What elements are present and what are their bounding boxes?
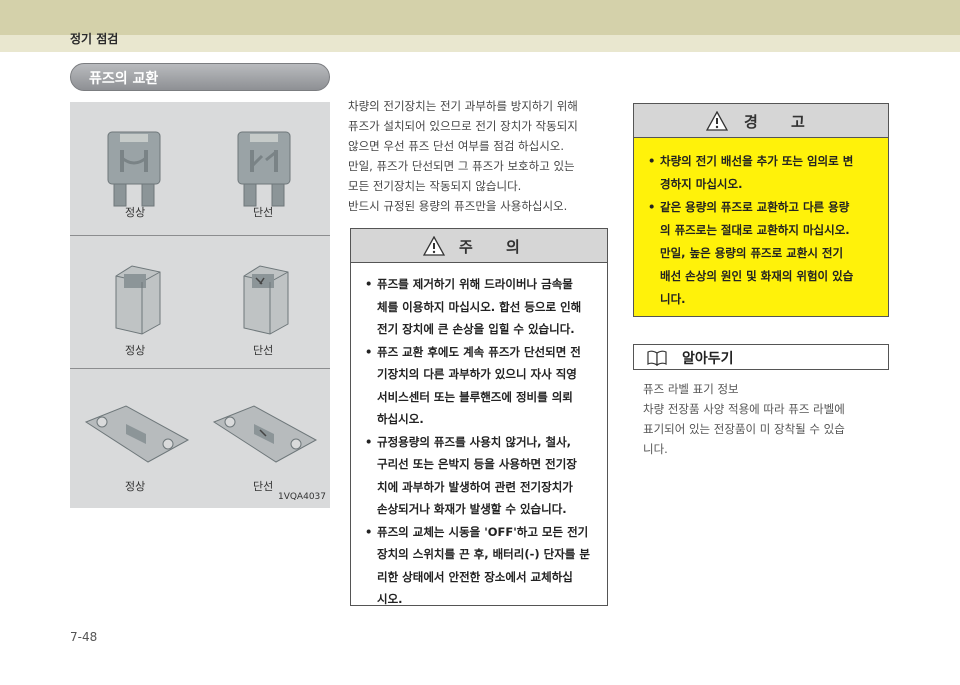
fuse-label-blown: 단선 [253, 344, 274, 357]
warning-title: 경 고 [744, 113, 819, 131]
list-item-line: 경하지 마십시오. [660, 177, 743, 191]
list-item-line: 손상되거나 화재가 발생할 수 있습니다. [377, 502, 567, 516]
list-item-line: 퓨즈 교환 후에도 계속 퓨즈가 단선되면 전 [377, 344, 581, 359]
note-header: 알아두기 [633, 344, 889, 370]
book-icon [647, 350, 667, 366]
body-line: 퓨즈가 설치되어 있으므로 전기 장치가 작동되지 [348, 119, 578, 133]
blade-fuse-blown-image [237, 131, 291, 207]
header-band-light [0, 35, 960, 52]
warning-box: 경 고 차량의 전기 배선을 추가 또는 임의로 변 경하지 마십시오. 같은 … [633, 103, 889, 317]
caution-list: 퓨즈를 제거하기 위해 드라이버나 금속물 체를 이용하지 마십시오. 합선 등… [351, 263, 607, 611]
note-line: 표기되어 있는 전장품이 미 장착될 수 있습 [643, 422, 845, 436]
list-item-line: 장치의 스위치를 끈 후, 배터리(-) 단자를 분 [377, 547, 590, 561]
body-line: 반드시 규정된 용량의 퓨즈만을 사용하십시오. [348, 199, 568, 213]
body-line: 모든 전기장치는 작동되지 않습니다. [348, 179, 522, 193]
list-item: 퓨즈의 교체는 시동을 'OFF'하고 모든 전기 장치의 스위치를 끈 후, … [365, 521, 599, 611]
caution-header: 주 의 [351, 229, 607, 263]
warning-list: 차량의 전기 배선을 추가 또는 임의로 변 경하지 마십시오. 같은 용량의 … [634, 138, 888, 311]
section-title-pill: 퓨즈의 교환 [70, 63, 330, 91]
fuse-label-normal: 정상 [125, 480, 146, 493]
list-item: 차량의 전기 배선을 추가 또는 임의로 변 경하지 마십시오. [648, 150, 880, 196]
list-item-line: 규정용량의 퓨즈를 사용치 않거나, 철사, [377, 434, 572, 449]
list-item-line: 하십시오. [377, 412, 424, 426]
warning-triangle-icon [423, 236, 445, 256]
warning-header: 경 고 [634, 104, 888, 138]
figure-divider [70, 235, 330, 236]
note-line: 퓨즈 라벨 표기 정보 [643, 382, 739, 396]
figure-code: 1VQA4037 [277, 492, 326, 502]
list-item-line: 퓨즈의 교체는 시동을 'OFF'하고 모든 전기 [377, 524, 589, 539]
figure-divider [70, 368, 330, 369]
list-item-line: 배선 손상의 원인 및 화재의 위험이 있습 [660, 269, 854, 283]
multi-fuse-blown-image [212, 405, 318, 463]
note-label: 알아두기 [682, 351, 734, 367]
fuse-label-normal: 정상 [125, 344, 146, 357]
list-item-line: 의 퓨즈로는 절대로 교환하지 마십시오. [660, 223, 850, 237]
caution-box: 주 의 퓨즈를 제거하기 위해 드라이버나 금속물 체를 이용하지 마십시오. … [350, 228, 608, 606]
warning-triangle-icon [706, 111, 728, 131]
list-item: 퓨즈 교환 후에도 계속 퓨즈가 단선되면 전 기장치의 다른 과부하가 있으니… [365, 341, 599, 431]
list-item-line: 구리선 또는 은박지 등을 사용하면 전기장 [377, 457, 577, 471]
multi-fuse-normal-image [84, 405, 190, 463]
cartridge-fuse-blown-image [243, 265, 289, 335]
list-item-line: 서비스센터 또는 블루핸즈에 정비를 의뢰 [377, 389, 573, 404]
list-item-line: 퓨즈를 제거하기 위해 드라이버나 금속물 [377, 277, 573, 291]
fuse-label-blown: 단선 [253, 206, 274, 219]
cartridge-fuse-normal-image [115, 265, 161, 335]
list-item-line: 기장치의 다른 과부하가 있으니 자사 직영 [377, 367, 577, 381]
fuse-label-blown: 단선 [253, 480, 274, 493]
list-item-line: 같은 용량의 퓨즈로 교환하고 다른 용량 [660, 200, 850, 214]
page-number: 7-48 [70, 630, 98, 644]
list-item-line: 리한 상태에서 안전한 장소에서 교체하십 [377, 569, 573, 584]
blade-fuse-normal-image [107, 131, 161, 207]
list-item-line: 차량의 전기 배선을 추가 또는 임의로 변 [660, 154, 854, 168]
list-item-line: 만일, 높은 용량의 퓨즈로 교환시 전기 [660, 246, 844, 260]
list-item-line: 시오. [377, 592, 403, 606]
section-title: 퓨즈의 교환 [89, 71, 159, 87]
caution-title: 주 의 [459, 238, 534, 256]
note-line: 니다. [643, 442, 668, 456]
body-line: 만일, 퓨즈가 단선되면 그 퓨즈가 보호하고 있는 [348, 159, 575, 173]
list-item: 규정용량의 퓨즈를 사용치 않거나, 철사, 구리선 또는 은박지 등을 사용하… [365, 431, 599, 521]
body-line: 차량의 전기장치는 전기 과부하를 방지하기 위해 [348, 99, 578, 113]
body-line: 않으면 우선 퓨즈 단선 여부를 점검 하십시오. [348, 139, 565, 153]
list-item-line: 전기 장치에 큰 손상을 입힐 수 있습니다. [377, 322, 575, 336]
body-paragraph: 차량의 전기장치는 전기 과부하를 방지하기 위해 퓨즈가 설치되어 있으므로 … [348, 96, 610, 216]
note-line: 차량 전장품 사양 적용에 따라 퓨즈 라벨에 [643, 402, 845, 416]
header-section-title: 정기 점검 [70, 32, 119, 46]
list-item-line: 니다. [660, 292, 686, 306]
fuse-figure: 정상 단선 정상 단선 정상 단선 1VQA4037 [70, 102, 330, 508]
note-text: 퓨즈 라벨 표기 정보 차량 전장품 사양 적용에 따라 퓨즈 라벨에 표기되어… [643, 379, 893, 459]
list-item-line: 체를 이용하지 마십시오. 합선 등으로 인해 [377, 299, 582, 314]
fuse-label-normal: 정상 [125, 206, 146, 219]
list-item: 퓨즈를 제거하기 위해 드라이버나 금속물 체를 이용하지 마십시오. 합선 등… [365, 273, 599, 341]
list-item-line: 치에 과부하가 발생하여 관련 전기장치가 [377, 479, 573, 494]
list-item: 같은 용량의 퓨즈로 교환하고 다른 용량 의 퓨즈로는 절대로 교환하지 마십… [648, 196, 880, 311]
